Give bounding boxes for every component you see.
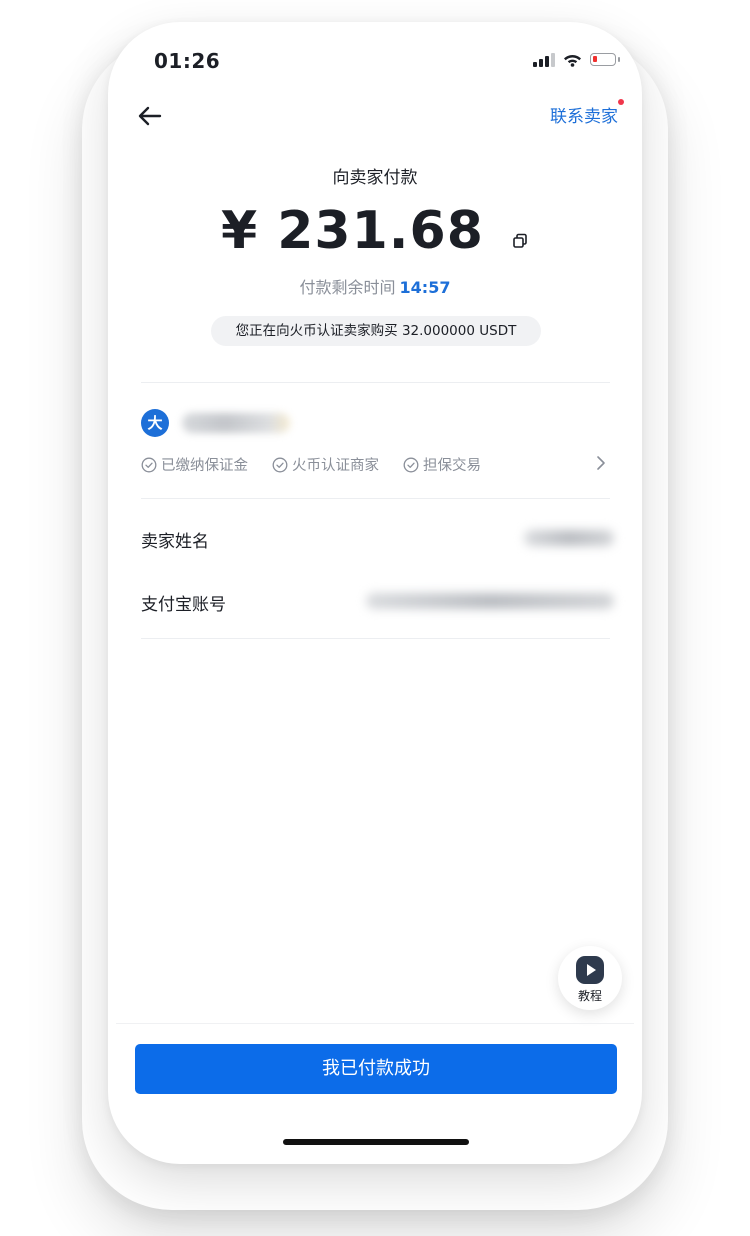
countdown-label: 付款剩余时间 (299, 278, 396, 297)
badge-label: 已缴纳保证金 (161, 458, 248, 474)
countdown: 付款剩余时间 14:57 (108, 274, 642, 298)
divider (141, 382, 610, 383)
badge-label: 火币认证商家 (292, 458, 379, 474)
avatar: 大 (141, 409, 169, 437)
tutorial-button[interactable]: 教程 (558, 946, 622, 1010)
phone-screen: 01:26 联系卖家 向卖家付款 ¥ 231.68 付款剩余时间 14:57 您正… (108, 22, 642, 1164)
status-time: 01:26 (154, 49, 221, 73)
battery-icon (590, 53, 620, 66)
contact-seller-label: 联系卖家 (550, 107, 618, 127)
page-title: 向卖家付款 (332, 168, 418, 188)
tutorial-label: 教程 (577, 989, 602, 1003)
wifi-icon (564, 55, 581, 67)
back-arrow-icon[interactable] (130, 96, 170, 136)
home-indicator (283, 1139, 469, 1145)
check-circle-icon (141, 457, 157, 472)
seller-name-redacted[interactable] (524, 530, 614, 546)
play-icon (576, 956, 604, 984)
contact-seller-button[interactable]: 联系卖家 (550, 99, 624, 127)
status-icons (533, 52, 620, 67)
check-circle-icon (403, 457, 419, 472)
merchant-badges[interactable]: 已缴纳保证金 火币认证商家 担保交易 (141, 454, 481, 475)
chevron-right-icon[interactable] (592, 454, 610, 472)
divider (141, 498, 610, 499)
seller-name-label: 卖家姓名 (141, 532, 209, 552)
badge-escrow: 担保交易 (403, 454, 481, 475)
alipay-account-label: 支付宝账号 (141, 595, 226, 615)
payment-amount: ¥ 231.68 (220, 201, 484, 261)
bottom-separator (116, 1023, 634, 1024)
check-circle-icon (272, 457, 288, 472)
badge-certified: 火币认证商家 (272, 454, 379, 475)
amount-row: ¥ 231.68 (108, 196, 642, 266)
merchant-name-redacted (182, 413, 290, 433)
divider (141, 638, 610, 639)
countdown-value: 14:57 (399, 278, 451, 297)
badge-label: 担保交易 (423, 458, 481, 474)
confirm-paid-button[interactable]: 我已付款成功 (135, 1044, 617, 1094)
signal-icon (533, 53, 555, 67)
purchase-notice: 您正在向火币认证卖家购买 32.000000 USDT (211, 316, 541, 346)
badge-deposit: 已缴纳保证金 (141, 454, 248, 475)
copy-icon[interactable] (511, 232, 529, 250)
alipay-account-redacted[interactable] (366, 593, 614, 609)
notification-dot (618, 99, 624, 105)
